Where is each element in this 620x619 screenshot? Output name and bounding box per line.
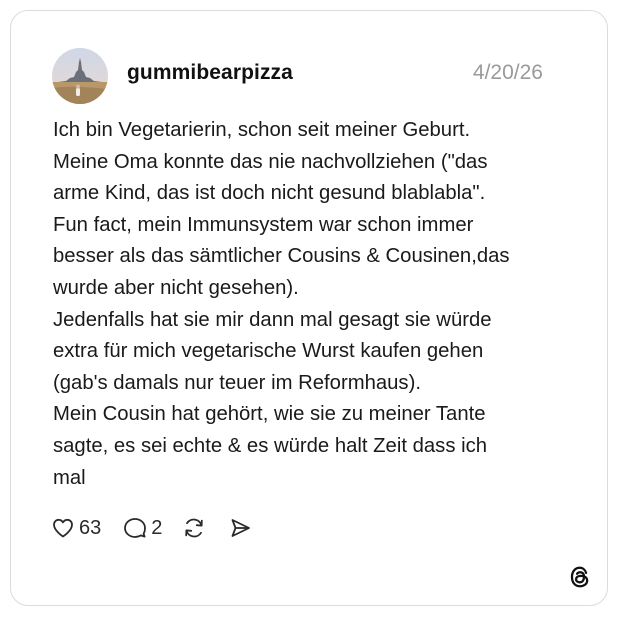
post-body-line: mal bbox=[53, 466, 86, 489]
post-body-line: wurde aber nicht gesehen). bbox=[53, 276, 299, 299]
avatar[interactable] bbox=[52, 48, 108, 104]
post-body-line: arme Kind, das ist doch nicht gesund bla… bbox=[53, 182, 486, 205]
reply-count: 2 bbox=[151, 516, 163, 539]
post-timestamp[interactable]: 4/20/26 bbox=[473, 61, 543, 85]
heart-icon bbox=[53, 518, 73, 538]
like-button[interactable]: 63 bbox=[51, 516, 101, 540]
post-body-line: (gab's damals nur teuer im Reformhaus). bbox=[53, 371, 421, 394]
post-body-line: Ich bin Vegetarierin, schon seit meiner … bbox=[53, 119, 471, 141]
repost-icon bbox=[185, 518, 204, 538]
like-count: 63 bbox=[79, 516, 102, 539]
send-icon bbox=[231, 519, 251, 537]
username[interactable]: gummibearpizza bbox=[127, 61, 293, 85]
post-card: gummibearpizza 4/20/26 Ich bin Vegetarie… bbox=[10, 10, 608, 606]
post-body-line: Meine Oma konnte das nie nachvollziehen … bbox=[53, 150, 488, 173]
speech-bubble-icon bbox=[124, 518, 147, 538]
post-body: Ich bin Vegetarierin, schon seit meiner … bbox=[53, 115, 593, 494]
post-body-line: extra für mich vegetarische Wurst kaufen… bbox=[53, 340, 484, 363]
post-body-line: sagte, es sei echte & es würde halt Zeit… bbox=[53, 434, 488, 457]
post-actions: 63 2 bbox=[51, 513, 252, 543]
threads-logo-icon[interactable] bbox=[567, 564, 593, 590]
share-button[interactable] bbox=[228, 516, 252, 540]
repost-button[interactable] bbox=[182, 516, 206, 540]
post-body-line: Fun fact, mein Immunsystem war schon imm… bbox=[53, 213, 474, 236]
post-body-line: Mein Cousin hat gehört, wie sie zu meine… bbox=[53, 403, 486, 426]
post-body-line: besser als das sämtlicher Cousins & Cous… bbox=[53, 245, 510, 268]
reply-button[interactable]: 2 bbox=[123, 516, 162, 540]
post-body-line: Jedenfalls hat sie mir dann mal gesagt s… bbox=[53, 308, 492, 331]
